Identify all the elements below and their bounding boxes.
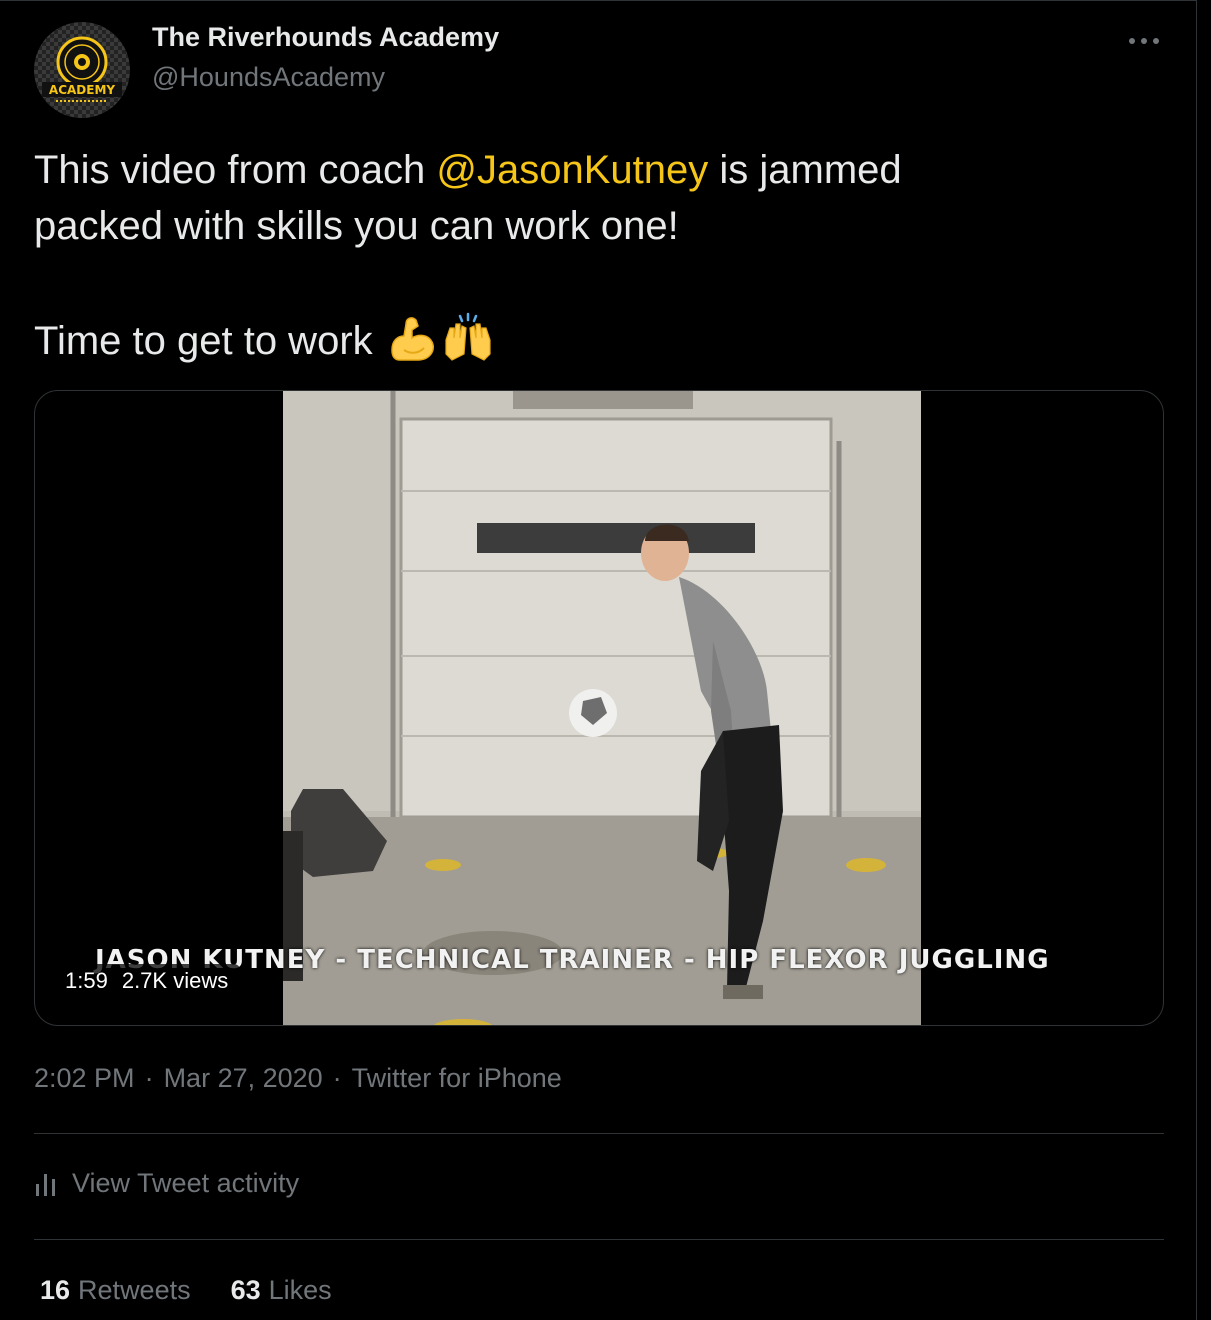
video-duration: 1:59 bbox=[65, 968, 108, 993]
divider bbox=[34, 1133, 1164, 1134]
tweet-line-2: packed with skills you can work one! bbox=[34, 204, 679, 248]
tweet-stats: 16 Retweets 63 Likes bbox=[40, 1275, 372, 1306]
tweet-line-3: Time to get to work bbox=[34, 310, 1154, 369]
raising-hands-icon bbox=[440, 310, 496, 366]
tweet-text-part: is jammed bbox=[708, 148, 902, 192]
video-meta-badge: 1:59 2.7K views bbox=[53, 964, 241, 998]
tweet-time[interactable]: 2:02 PM bbox=[34, 1063, 135, 1093]
more-horizontal-icon bbox=[1129, 38, 1159, 44]
author-handle[interactable]: @HoundsAcademy bbox=[152, 62, 385, 93]
video-player[interactable]: JASON KUTNEY - TECHNICAL TRAINER - HIP F… bbox=[34, 390, 1164, 1026]
bar-chart-icon bbox=[36, 1173, 55, 1196]
flexed-biceps-icon bbox=[384, 310, 440, 366]
tweet-text-part: This video from coach bbox=[34, 148, 437, 192]
more-button[interactable] bbox=[1124, 22, 1164, 56]
divider bbox=[34, 1239, 1164, 1240]
likes-stat[interactable]: 63 Likes bbox=[231, 1275, 332, 1306]
tweet-date[interactable]: Mar 27, 2020 bbox=[164, 1063, 323, 1093]
retweets-label: Retweets bbox=[78, 1275, 191, 1305]
academy-logo-icon: ACADEMY bbox=[34, 22, 130, 118]
frame-border-right bbox=[1196, 0, 1197, 1320]
avatar[interactable]: ACADEMY bbox=[34, 22, 130, 118]
avatar-text: ACADEMY bbox=[49, 83, 115, 97]
separator-dot: · bbox=[144, 1063, 154, 1093]
activity-label: View Tweet activity bbox=[72, 1168, 300, 1198]
frame-border-top bbox=[0, 0, 1197, 1]
video-views: 2.7K views bbox=[121, 968, 229, 993]
retweets-stat[interactable]: 16 Retweets bbox=[40, 1275, 191, 1306]
view-tweet-activity-link[interactable]: View Tweet activity bbox=[34, 1168, 299, 1199]
likes-label: Likes bbox=[268, 1275, 332, 1305]
video-thumbnail bbox=[283, 391, 921, 1025]
tweet-line-1: This video from coach @JasonKutney is ja… bbox=[34, 142, 1154, 198]
separator-dot: · bbox=[332, 1063, 342, 1093]
tweet-meta: 2:02 PM · Mar 27, 2020 · Twitter for iPhone bbox=[34, 1063, 562, 1094]
video-caption: JASON KUTNEY - TECHNICAL TRAINER - HIP F… bbox=[95, 945, 1050, 975]
mention-link[interactable]: @JasonKutney bbox=[436, 148, 708, 192]
retweets-count: 16 bbox=[40, 1275, 71, 1305]
likes-count: 63 bbox=[230, 1275, 261, 1305]
tweet-text: This video from coach @JasonKutney is ja… bbox=[34, 142, 1154, 369]
author-name[interactable]: The Riverhounds Academy bbox=[152, 22, 499, 53]
tweet-source[interactable]: Twitter for iPhone bbox=[352, 1063, 562, 1093]
tweet-text-part: Time to get to work bbox=[34, 319, 384, 363]
